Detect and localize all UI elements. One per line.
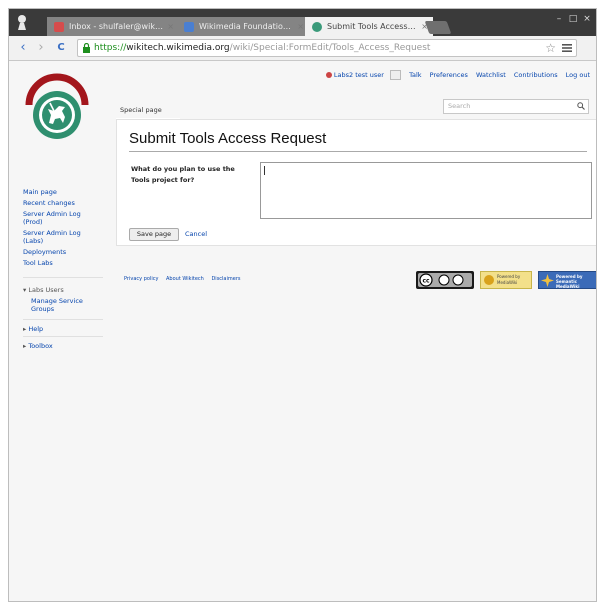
question-label: What do you plan to use the Tools projec… <box>131 165 235 184</box>
sidebar-item-manage-service-groups[interactable]: Manage Service Groups <box>31 297 97 313</box>
wikimedia-favicon-icon <box>184 22 194 32</box>
gmail-favicon-icon <box>54 22 64 32</box>
semantic-mediawiki-icon <box>541 274 554 287</box>
web-page: Labs2 test user Talk Preferences Watchli… <box>9 61 596 601</box>
close-window-icon[interactable]: × <box>580 13 594 25</box>
powered-by-semantic-mediawiki-badge[interactable]: Powered by Semantic MediaWiki <box>538 271 596 289</box>
maximize-icon[interactable]: □ <box>566 13 580 25</box>
url-text: https://wikitech.wikimedia.org/wiki/Spec… <box>94 40 430 56</box>
wikitech-favicon-icon <box>312 22 322 32</box>
browser-window: Inbox - shulfaler@wiki… × Wikimedia Foun… <box>8 8 597 602</box>
address-bar[interactable]: https://wikitech.wikimedia.org/wiki/Spec… <box>77 39 577 57</box>
tools-purpose-textarea[interactable] <box>260 162 592 219</box>
sidebar-divider <box>23 277 103 278</box>
wikitech-logo[interactable] <box>21 73 93 143</box>
sidebar-item-deployments[interactable]: Deployments <box>23 248 95 256</box>
tab-title: Submit Tools Access Req… <box>327 22 425 31</box>
cancel-link[interactable]: Cancel <box>185 230 207 238</box>
sidebar-divider <box>23 319 103 320</box>
text-caret <box>264 166 265 175</box>
page-title: Submit Tools Access Request <box>129 130 327 147</box>
search-input[interactable]: Search <box>443 99 589 114</box>
logout-link[interactable]: Log out <box>566 71 590 79</box>
title-divider <box>129 151 587 152</box>
talk-link[interactable]: Talk <box>409 71 421 79</box>
forward-icon[interactable]: › <box>33 40 49 56</box>
tab-strip: Inbox - shulfaler@wiki… × Wikimedia Foun… <box>9 9 596 37</box>
url-scheme: https:// <box>94 43 127 53</box>
user-box-icon <box>390 70 402 80</box>
url-host: wikitech.wikimedia.org <box>126 43 230 53</box>
new-tab-button[interactable] <box>424 21 452 34</box>
browser-toolbar: ‹ › C https://wikitech.wikimedia.org/wik… <box>9 36 596 61</box>
labs-users-header[interactable]: ▾ Labs Users <box>23 286 64 294</box>
main-content: Submit Tools Access Request What do you … <box>116 119 596 246</box>
sidebar-item-server-admin-log-labs[interactable]: Server Admin Log (Labs) <box>23 229 95 245</box>
sidebar-item-server-admin-log-prod[interactable]: Server Admin Log (Prod) <box>23 210 95 226</box>
expanded-arrow-icon: ▾ <box>23 286 27 294</box>
browser-menu-icon[interactable] <box>562 43 572 53</box>
sidebar-divider <box>23 336 103 337</box>
tab-submit-tools-access[interactable]: Submit Tools Access Req… × <box>305 17 433 37</box>
footer-links: Privacy policy About Wikitech Disclaimer… <box>124 276 247 282</box>
labs-users-label: Labs Users <box>28 286 64 294</box>
tab-inbox[interactable]: Inbox - shulfaler@wiki… × <box>47 17 179 37</box>
collapsed-arrow-icon: ▸ <box>23 325 27 333</box>
bookmark-star-icon[interactable]: ☆ <box>545 40 556 56</box>
url-path: /wiki/Special:FormEdit/Tools_Access_Requ… <box>229 43 431 53</box>
footer-link-privacy[interactable]: Privacy policy <box>124 276 158 282</box>
search-icon[interactable] <box>577 102 585 110</box>
tab-title: Inbox - shulfaler@wiki… <box>69 22 166 31</box>
minimize-icon[interactable]: – <box>552 13 566 25</box>
preferences-link[interactable]: Preferences <box>430 71 468 79</box>
sidebar-navigation: Main page Recent changes Server Admin Lo… <box>23 188 95 270</box>
creative-commons-badge-icon[interactable]: cc <box>416 271 474 289</box>
sidebar-item-tool-labs[interactable]: Tool Labs <box>23 259 95 267</box>
toolbox-header[interactable]: ▸ Toolbox <box>23 342 53 350</box>
contributions-link[interactable]: Contributions <box>514 71 558 79</box>
footer-link-about[interactable]: About Wikitech <box>166 276 204 282</box>
lock-icon <box>83 43 90 53</box>
reload-icon[interactable]: C <box>53 40 69 56</box>
collapsed-arrow-icon: ▸ <box>23 342 27 350</box>
search-placeholder: Search <box>448 102 471 110</box>
profile-icon[interactable] <box>17 15 27 30</box>
sidebar-item-main-page[interactable]: Main page <box>23 188 95 196</box>
sidebar-item-recent-changes[interactable]: Recent changes <box>23 199 95 207</box>
powered-semantic-text: Powered by Semantic MediaWiki <box>556 274 583 289</box>
tab-wikimedia-foundation[interactable]: Wikimedia Foundation - (… × <box>177 17 309 37</box>
tab-close-icon[interactable]: × <box>297 17 304 36</box>
svg-text:cc: cc <box>422 278 430 285</box>
user-icon <box>325 72 332 78</box>
back-icon[interactable]: ‹ <box>15 40 31 56</box>
tab-title: Wikimedia Foundation - (… <box>199 22 301 31</box>
watchlist-link[interactable]: Watchlist <box>476 71 506 79</box>
footer-link-disclaimers[interactable]: Disclaimers <box>211 276 240 282</box>
toolbox-label: Toolbox <box>28 342 53 350</box>
help-header[interactable]: ▸ Help <box>23 325 43 333</box>
user-link[interactable]: Labs2 test user <box>334 71 384 79</box>
personal-tools: Labs2 test user Talk Preferences Watchli… <box>320 70 590 80</box>
mediawiki-sunflower-icon <box>484 275 494 285</box>
help-label: Help <box>28 325 44 333</box>
tab-special-page[interactable]: Special page <box>116 101 180 119</box>
powered-by-mediawiki-badge[interactable]: Powered by MediaWiki <box>480 271 532 289</box>
tab-close-icon[interactable]: × <box>167 17 174 36</box>
powered-mediawiki-text: Powered by MediaWiki <box>497 274 521 285</box>
save-page-button[interactable]: Save page <box>129 228 179 241</box>
